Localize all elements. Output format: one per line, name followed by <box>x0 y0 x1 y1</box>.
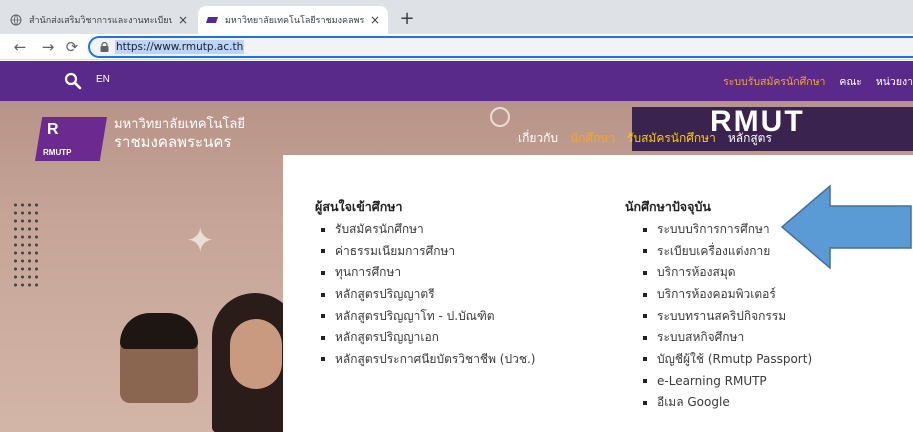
globe-icon <box>10 14 22 26</box>
nav-admissions[interactable]: รับสมัครนักศึกษา <box>627 129 716 148</box>
nav-students[interactable]: นักศึกษา <box>570 129 615 148</box>
university-name-line1: มหาวิทยาลัยเทคโนโลยี <box>114 117 245 132</box>
logo-tag: RMUTP <box>43 148 72 157</box>
list-item[interactable]: อีเมล Google <box>643 392 812 414</box>
close-tab-icon[interactable]: × <box>178 13 188 27</box>
search-icon[interactable] <box>64 72 82 90</box>
list-item[interactable]: บริการห้องคอมพิวเตอร์ <box>643 284 812 306</box>
list-item[interactable]: e-Learning RMUTP <box>643 370 812 392</box>
site-top-bar: EN ระบบรับสมัครนักศึกษา คณะ หน่วยงา <box>0 61 913 101</box>
main-nav: เกี่ยวกับ นักศึกษา รับสมัครนักศึกษา หลัก… <box>518 129 772 148</box>
list-item[interactable]: หลักสูตรปริญญาเอก <box>321 327 535 349</box>
sparkle-icon: ✦ <box>186 221 215 261</box>
list-item[interactable]: ระบบทรานสคริปกิจกรรม <box>643 305 812 327</box>
reload-icon[interactable]: ⟳ <box>62 37 82 57</box>
lock-icon <box>100 42 109 52</box>
back-arrow-icon[interactable]: ← <box>10 37 30 57</box>
browser-tab-2[interactable]: มหาวิทยาลัยเทคโนโลยีราชมงคลพระนคร × <box>198 6 388 34</box>
url-text[interactable]: https://www.rmutp.ac.th <box>115 40 245 54</box>
dot-pattern <box>12 201 40 291</box>
list-item[interactable]: ค่าธรรมเนียมการศึกษา <box>321 241 535 263</box>
address-bar[interactable]: https://www.rmutp.ac.th <box>88 36 913 58</box>
logo-letters: R <box>47 121 59 138</box>
university-name-line2: ราชมงคลพระนคร <box>114 132 232 151</box>
university-logo[interactable]: R RMUTP <box>35 117 107 161</box>
list-item[interactable]: ทุนการศึกษา <box>321 262 535 284</box>
new-tab-button[interactable]: + <box>396 8 418 30</box>
close-tab-icon[interactable]: × <box>370 13 380 27</box>
browser-toolbar: ← → ⟳ https://www.rmutp.ac.th <box>0 34 913 60</box>
tab-title: มหาวิทยาลัยเทคโนโลยีราชมงคลพระนคร <box>225 16 364 26</box>
university-name[interactable]: มหาวิทยาลัยเทคโนโลยี ราชมงคลพระนคร <box>114 117 245 151</box>
arrow-left-icon <box>780 184 912 270</box>
list-item[interactable]: ระบบสหกิจศึกษา <box>643 327 812 349</box>
prospective-list: รับสมัครนักศึกษา ค่าธรรมเนียมการศึกษา ทุ… <box>321 219 535 370</box>
list-item[interactable]: หลักสูตรประกาศนียบัตรวิชาชีพ (ปวช.) <box>321 349 535 371</box>
top-nav-units[interactable]: หน่วยงา <box>876 73 913 90</box>
browser-tab-strip: สำนักส่งเสริมวิชาการและงานทะเบียน × มหาว… <box>0 0 913 34</box>
rmutp-favicon-icon <box>206 17 218 23</box>
list-item[interactable]: รับสมัครนักศึกษา <box>321 219 535 241</box>
ring-decoration <box>490 107 510 127</box>
current-heading: นักศึกษาปัจจุบัน <box>625 199 711 214</box>
top-nav: ระบบรับสมัครนักศึกษา คณะ หน่วยงา <box>723 73 913 90</box>
nav-curriculum[interactable]: หลักสูตร <box>728 129 772 148</box>
nav-about[interactable]: เกี่ยวกับ <box>518 129 558 148</box>
top-nav-admission[interactable]: ระบบรับสมัครนักศึกษา <box>723 73 825 90</box>
browser-tab-1[interactable]: สำนักส่งเสริมวิชาการและงานทะเบียน × <box>2 6 196 34</box>
list-item[interactable]: หลักสูตรปริญญาโท - ป.บัณฑิต <box>321 305 535 327</box>
student-photo-1 <box>120 313 198 403</box>
list-item[interactable]: หลักสูตรปริญญาตรี <box>321 284 535 306</box>
forward-arrow-icon[interactable]: → <box>38 37 58 57</box>
language-switch[interactable]: EN <box>96 74 110 85</box>
list-item[interactable]: บัญชีผู้ใช้ (Rmutp Passport) <box>643 349 812 371</box>
prospective-heading: ผู้สนใจเข้าศึกษา <box>315 199 403 214</box>
tab-title: สำนักส่งเสริมวิชาการและงานทะเบียน <box>29 16 172 26</box>
top-nav-faculty[interactable]: คณะ <box>839 73 861 90</box>
